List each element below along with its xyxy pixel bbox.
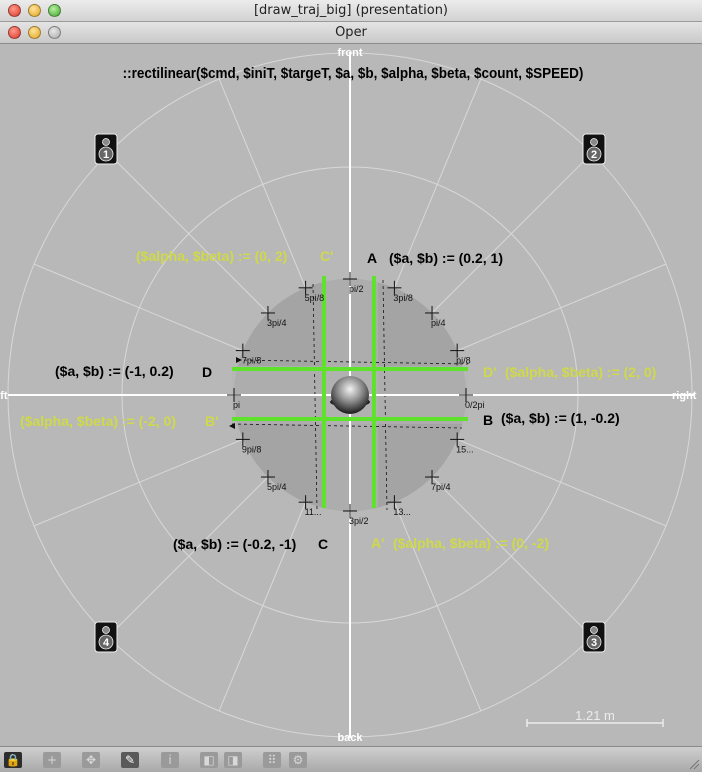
add-button[interactable]: + <box>43 752 61 768</box>
angle-marker-label: 13... <box>393 507 411 517</box>
resize-grip-icon[interactable] <box>688 758 700 770</box>
angle-marker-label: pi <box>233 400 240 410</box>
scale-bar-label: 1.21 m <box>575 708 615 723</box>
label-cprime-params: ($alpha, $beta) := (0, 2) <box>136 248 287 264</box>
move-button[interactable]: ✥ <box>82 752 100 768</box>
grid-icon: ⠿ <box>267 753 277 767</box>
window-title-bar[interactable]: [draw_traj_big] (presentation) <box>0 0 702 22</box>
angle-marker-label: 5pi/8 <box>305 293 325 303</box>
speaker-3-icon[interactable]: 3 <box>582 621 606 653</box>
label-aprime-params: ($alpha, $beta) := (0, -2) <box>393 535 549 551</box>
label-c-params: ($a, $b) := (-0.2, -1) <box>173 536 296 552</box>
angle-marker-label: pi/2 <box>349 284 364 294</box>
move-icon: ✥ <box>85 753 97 767</box>
edit-mode-icon: ✎ <box>124 753 136 767</box>
label-cprime: C' <box>320 248 333 264</box>
angle-marker-label: 15... <box>456 444 474 454</box>
angle-marker-label: 9pi/8 <box>242 444 262 454</box>
label-bprime: B' <box>205 413 218 429</box>
back-layer-icon: ◧ <box>203 753 215 767</box>
angle-marker-label: 5pi/4 <box>267 482 287 492</box>
front-layer-button[interactable]: ◨ <box>224 752 242 768</box>
back-layer-button[interactable]: ◧ <box>200 752 218 768</box>
speaker-4-icon[interactable]: 4 <box>94 621 118 653</box>
angle-marker-label: 0/2pi <box>465 400 485 410</box>
speaker-label: 4 <box>103 637 110 649</box>
speaker-label: 1 <box>103 149 109 161</box>
angle-marker-label: pi/8 <box>456 356 471 366</box>
axis-label-back: back <box>337 732 363 744</box>
info-icon: i <box>168 753 172 767</box>
lock-icon: 🔒 <box>5 753 21 767</box>
speaker-label: 3 <box>591 637 597 649</box>
axis-label-front: front <box>337 47 362 59</box>
label-a-params: ($a, $b) := (0.2, 1) <box>389 250 503 266</box>
spatialization-canvas[interactable]: 0/2pi pi/8 pi/4 3pi/8 pi/2 5pi/8 3pi/4 7pi/8 pi 9… <box>0 44 702 746</box>
front-layer-icon: ◨ <box>227 753 239 767</box>
label-aprime: A' <box>371 535 384 551</box>
label-d-params: ($a, $b) := (-1, 0.2) <box>55 363 174 379</box>
angle-marker-label: 7pi/4 <box>431 482 451 492</box>
label-b-params: ($a, $b) := (1, -0.2) <box>501 410 620 426</box>
angle-marker-label: 3pi/8 <box>393 293 413 303</box>
window-title: [draw_traj_big] (presentation) <box>253 3 449 18</box>
grid-button[interactable]: ⠿ <box>263 752 281 768</box>
settings-button[interactable]: ⚙ <box>289 752 307 768</box>
info-button[interactable]: i <box>161 752 179 768</box>
label-b: B <box>483 412 493 428</box>
formula-text: ::rectilinear($cmd, $iniT, $targeT, $a, … <box>123 65 584 82</box>
angle-marker-label: 3pi/4 <box>267 318 287 328</box>
angle-marker-label: pi/4 <box>431 318 446 328</box>
lock-button[interactable]: 🔒 <box>4 752 22 768</box>
settings-icon: ⚙ <box>292 753 304 767</box>
angle-marker-label: 3pi/2 <box>349 516 369 526</box>
axis-label-left: left <box>0 390 8 402</box>
label-dprime: D' <box>483 364 496 380</box>
subpatch-title: Oper <box>335 25 367 40</box>
label-c: C <box>318 536 328 552</box>
add-icon: + <box>46 753 58 767</box>
label-d: D <box>202 364 212 380</box>
edit-mode-button[interactable]: ✎ <box>121 752 139 768</box>
speaker-label: 2 <box>591 149 597 161</box>
axis-label-right: right <box>672 390 697 402</box>
label-dprime-params: ($alpha, $beta) := (2, 0) <box>505 364 656 380</box>
speaker-1-icon[interactable]: 1 <box>94 133 118 165</box>
subpatch-title-bar[interactable]: Oper <box>0 22 702 44</box>
angle-marker-label: 11... <box>305 507 322 517</box>
angle-marker-label: 7pi/8 <box>242 356 262 366</box>
bottom-toolbar: 🔒 + ✥ ✎ i ◧ ◨ ⠿ ⚙ <box>0 746 702 772</box>
speaker-2-icon[interactable]: 2 <box>582 133 606 165</box>
label-bprime-params: ($alpha, $beta) := (-2, 0) <box>20 413 176 429</box>
label-a: A <box>367 250 377 266</box>
sphere-body[interactable] <box>331 376 369 414</box>
